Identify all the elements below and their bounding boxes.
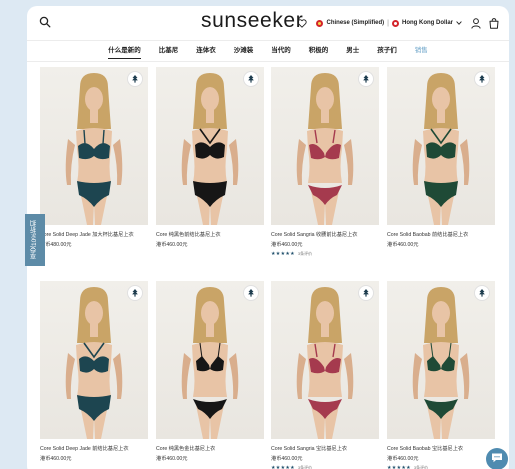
product-title[interactable]: Core 纯黑色前结比基尼上衣 [156, 231, 264, 238]
nav-item-1[interactable]: 比基尼 [150, 40, 188, 62]
currency-selector[interactable]: Hong Kong Dollar [402, 20, 453, 26]
product-rating[interactable]: ★★★★★ 3条评价 [271, 251, 379, 257]
product-price: 港币460.00元 [387, 456, 419, 462]
product-rating[interactable]: ★★★★★ 3条评价 [387, 465, 495, 469]
product-image[interactable] [387, 281, 495, 439]
rating-stars-icon: ★★★★★ [271, 251, 295, 257]
nav-item-3[interactable]: 沙滩装 [225, 40, 263, 62]
sustainable-leaf-icon [358, 71, 374, 87]
product-title[interactable]: Core Solid Baobab 宝比基尼上衣 [387, 445, 495, 452]
review-count: 3条评价 [297, 251, 313, 256]
china-flag-icon [316, 19, 324, 27]
nav-item-5[interactable]: 积极的 [300, 40, 338, 62]
brand-logo[interactable]: sunseeker [201, 9, 303, 33]
product-price: 港币480.00元 [40, 242, 72, 248]
review-count: 3条评价 [297, 465, 313, 469]
product-title[interactable]: Core Solid Sangria 宝比基尼上衣 [271, 445, 379, 452]
discount-side-tab[interactable]: 享受10%折扣 [25, 214, 45, 266]
product-image[interactable] [271, 281, 379, 439]
product-price: 港币460.00元 [271, 456, 303, 462]
chevron-down-icon[interactable] [456, 21, 462, 25]
discount-label: 享受10%折扣 [31, 220, 38, 260]
product-price: 港币460.00元 [271, 242, 303, 248]
product-card[interactable]: Core 纯黑色前结比基尼上衣 港币460.00元 [156, 67, 264, 248]
product-title[interactable]: Core Solid Deep Jade 前结比基尼上衣 [40, 445, 148, 452]
main-navigation: 什么是新的 比基尼 连体衣 沙滩装 当代的 积极的 男士 孩子们 销售 [27, 40, 509, 62]
product-price: 港币460.00元 [156, 456, 188, 462]
product-price: 港币460.00元 [156, 242, 188, 248]
product-image[interactable] [40, 281, 148, 439]
chat-bubble-icon [491, 450, 503, 468]
account-user-icon[interactable] [471, 17, 481, 29]
sustainable-leaf-icon [243, 285, 259, 301]
nav-item-4[interactable]: 当代的 [262, 40, 300, 62]
product-card[interactable]: Core Solid Deep Jade 前结比基尼上衣 港币460.00元 [40, 281, 148, 462]
wishlist-heart-icon[interactable] [297, 18, 308, 28]
hong-kong-flag-icon [392, 19, 399, 27]
product-card[interactable]: Core Solid Baobab 前结比基尼上衣 港币460.00元 [387, 67, 495, 248]
chat-button[interactable] [486, 448, 508, 469]
rating-stars-icon: ★★★★★ [387, 465, 411, 469]
nav-item-2[interactable]: 连体衣 [187, 40, 225, 62]
product-card[interactable]: Core Solid Sangria 收腰前比基尼上衣 港币460.00元 ★★★★… [271, 67, 379, 257]
nav-item-7[interactable]: 孩子们 [368, 40, 406, 62]
search-icon[interactable] [39, 15, 53, 29]
sustainable-leaf-icon [127, 71, 143, 87]
product-price: 港币460.00元 [40, 456, 72, 462]
sustainable-leaf-icon [358, 285, 374, 301]
sustainable-leaf-icon [127, 285, 143, 301]
locale-separator: | [387, 19, 389, 27]
sustainable-leaf-icon [243, 71, 259, 87]
product-rating[interactable]: ★★★★★ 3条评价 [271, 465, 379, 469]
store-window: sunseeker Chinese (Simplified) | Hong Ko… [27, 6, 509, 469]
nav-item-0[interactable]: 什么是新的 [99, 40, 150, 62]
product-title[interactable]: Core 纯黑色金比基尼上衣 [156, 445, 264, 452]
rating-stars-icon: ★★★★★ [271, 465, 295, 469]
product-image[interactable] [271, 67, 379, 225]
sustainable-leaf-icon [474, 285, 490, 301]
product-card[interactable]: Core Solid Deep Jade 加大杯比基尼上衣 港币480.00元 [40, 67, 148, 248]
nav-item-6[interactable]: 男士 [337, 40, 368, 62]
product-image[interactable] [156, 67, 264, 225]
product-card[interactable]: Core 纯黑色金比基尼上衣 港币460.00元 [156, 281, 264, 462]
sustainable-leaf-icon [474, 71, 490, 87]
product-image[interactable] [156, 281, 264, 439]
product-title[interactable]: Core Solid Deep Jade 加大杯比基尼上衣 [40, 231, 148, 238]
product-image[interactable] [40, 67, 148, 225]
site-header: sunseeker Chinese (Simplified) | Hong Ko… [27, 6, 509, 40]
language-selector[interactable]: Chinese (Simplified) [326, 20, 384, 26]
review-count: 3条评价 [413, 465, 429, 469]
product-title[interactable]: Core Solid Sangria 收腰前比基尼上衣 [271, 231, 379, 238]
product-card[interactable]: Core Solid Baobab 宝比基尼上衣 港币460.00元 ★★★★★ 3… [387, 281, 495, 469]
shopping-bag-icon[interactable] [489, 17, 499, 29]
header-actions: Chinese (Simplified) | Hong Kong Dollar [297, 16, 499, 30]
product-price: 港币460.00元 [387, 242, 419, 248]
product-card[interactable]: Core Solid Sangria 宝比基尼上衣 港币460.00元 ★★★★★ … [271, 281, 379, 469]
product-title[interactable]: Core Solid Baobab 前结比基尼上衣 [387, 231, 495, 238]
nav-item-8[interactable]: 销售 [406, 40, 437, 62]
product-image[interactable] [387, 67, 495, 225]
